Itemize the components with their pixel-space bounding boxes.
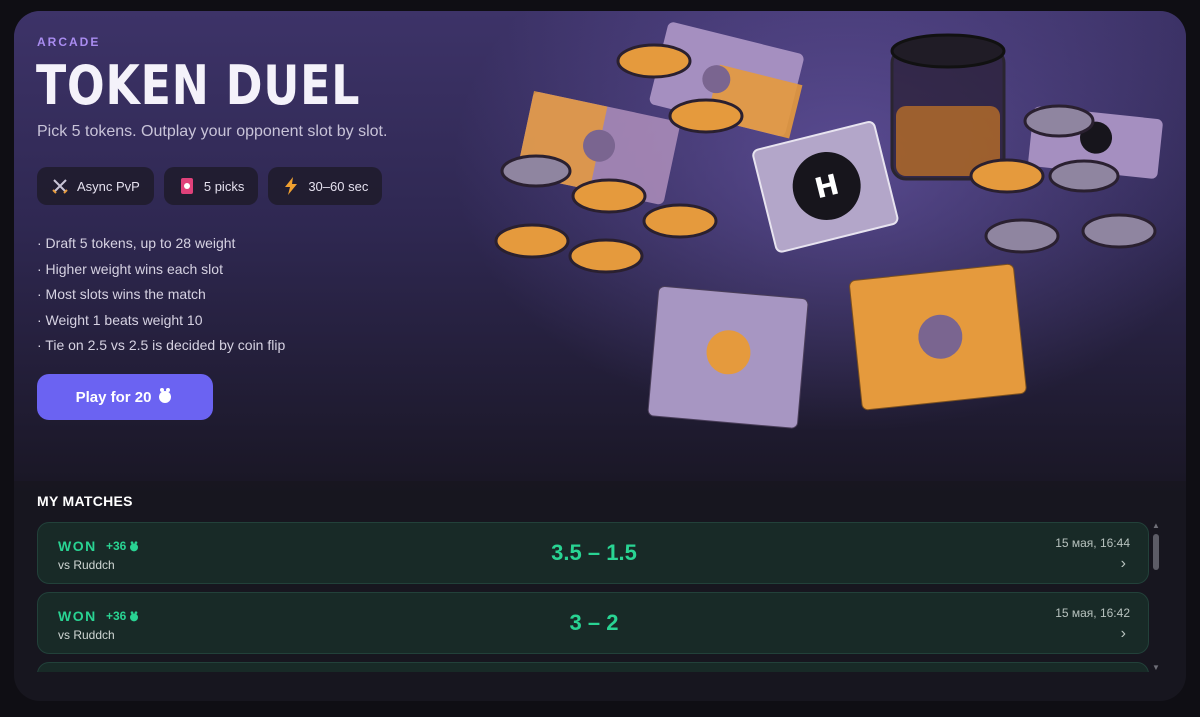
- match-delta-value: +36: [106, 539, 127, 553]
- coin-bag-icon: [156, 386, 174, 408]
- rules-list: · Draft 5 tokens, up to 28 weight · High…: [37, 231, 285, 359]
- chip-label: 30–60 sec: [308, 178, 369, 194]
- feature-chips: Async PvP 5 picks 30–60 sec: [37, 167, 383, 205]
- chip-duration: 30–60 sec: [268, 167, 383, 205]
- match-score: 3.5 – 1.5: [551, 540, 637, 565]
- cards-icon: [178, 177, 196, 195]
- playing-card: H: [752, 121, 899, 253]
- scroll-down-arrow-icon[interactable]: ▼: [1151, 664, 1161, 672]
- rule-item: · Draft 5 tokens, up to 28 weight: [37, 235, 236, 251]
- match-row[interactable]: [37, 662, 1149, 672]
- match-time: 15 мая, 16:44: [1055, 536, 1130, 550]
- token-duel-panel: H ARCADE TOKEN DUEL Pick 5 tokens. Outpl…: [14, 11, 1186, 701]
- playing-card: [849, 263, 1027, 411]
- matches-heading: MY MATCHES: [37, 493, 133, 509]
- page-title: TOKEN DUEL: [36, 54, 361, 117]
- lightning-icon: [282, 177, 300, 195]
- hero-illustration: H: [494, 22, 1163, 429]
- page-subtitle: Pick 5 tokens. Outplay your opponent slo…: [37, 123, 388, 140]
- rule-item: · Higher weight wins each slot: [37, 260, 223, 277]
- chip-async-pvp: Async PvP: [37, 167, 154, 205]
- match-opponent: vs Ruddch: [58, 558, 115, 572]
- play-button[interactable]: Play for 20: [37, 374, 213, 420]
- match-time: 15 мая, 16:42: [1055, 606, 1130, 620]
- playing-card: [647, 286, 809, 429]
- matches-scrollbar[interactable]: ▲ ▼: [1151, 522, 1161, 672]
- chip-label: Async PvP: [77, 178, 140, 194]
- chevron-right-icon[interactable]: ›: [1121, 555, 1126, 573]
- whiskey-glass: [890, 33, 1006, 181]
- match-delta: +36: [106, 539, 140, 553]
- chip-picks: 5 picks: [163, 167, 259, 205]
- play-button-label: Play for 20: [75, 388, 152, 406]
- match-opponent: vs Ruddch: [58, 628, 115, 642]
- match-delta-value: +36: [106, 609, 127, 623]
- rule-item: · Weight 1 beats weight 10: [37, 311, 203, 328]
- chevron-right-icon[interactable]: ›: [1121, 625, 1126, 643]
- scrollbar-thumb[interactable]: [1153, 534, 1159, 570]
- match-row[interactable]: WON +36 vs Ruddch 3.5 – 1.5 15 мая, 16:4…: [37, 522, 1149, 584]
- rule-item: · Most slots wins the match: [37, 286, 206, 302]
- coin-bag-icon: [130, 541, 139, 552]
- match-score: 3 – 2: [569, 610, 619, 635]
- match-delta: +36: [106, 609, 140, 623]
- crossed-swords-icon: [51, 177, 69, 195]
- rule-item: · Tie on 2.5 vs 2.5 is decided by coin f…: [37, 337, 286, 353]
- match-result: WON: [58, 608, 97, 624]
- scroll-up-arrow-icon[interactable]: ▲: [1151, 522, 1161, 530]
- chip-label: 5 picks: [203, 178, 245, 194]
- kicker-label: ARCADE: [37, 35, 101, 49]
- match-row[interactable]: WON +36 vs Ruddch 3 – 2 15 мая, 16:42 ›: [37, 592, 1149, 654]
- coin-bag-icon: [130, 611, 139, 622]
- match-result: WON: [58, 538, 97, 554]
- matches-list[interactable]: WON +36 vs Ruddch 3.5 – 1.5 15 мая, 16:4…: [37, 522, 1149, 672]
